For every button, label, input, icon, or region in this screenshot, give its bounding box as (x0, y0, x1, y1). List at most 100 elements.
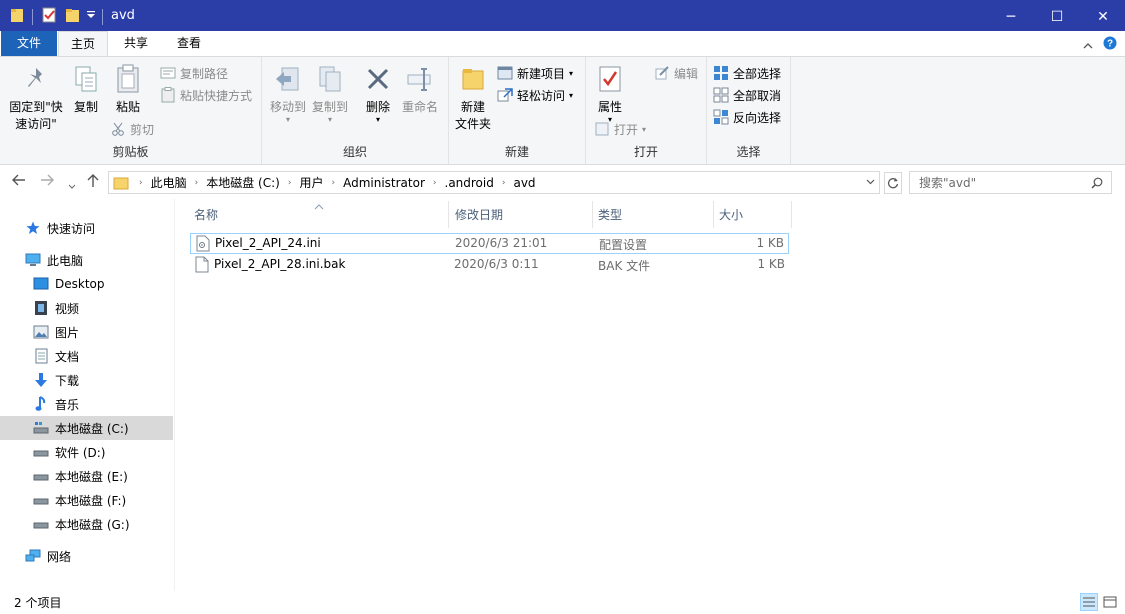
search-placeholder: 搜索"avd" (919, 176, 977, 190)
tab-home[interactable]: 主页 (58, 31, 108, 57)
delete-label: 删除 (365, 100, 390, 114)
nav-pictures[interactable]: 图片 (0, 320, 173, 344)
column-header-date[interactable]: 修改日期 (451, 201, 593, 228)
config-file-icon (196, 235, 210, 255)
open-label: 打开 (614, 122, 639, 137)
move-to-button[interactable]: 移动到 ▾ (266, 63, 310, 124)
nav-quick-access-label: 快速访问 (47, 221, 96, 236)
nav-downloads[interactable]: 下载 (0, 368, 173, 392)
easy-access-button[interactable]: 轻松访问 ▾ (497, 85, 573, 105)
back-arrow-icon[interactable] (12, 174, 26, 190)
nav-local-disk-g[interactable]: 本地磁盘 (G:) (0, 512, 173, 536)
nav-software-d[interactable]: 软件 (D:) (0, 440, 173, 464)
pin-quick-access-button[interactable]: 固定到"快 速访问" (6, 63, 66, 133)
new-item-button[interactable]: 新建项目 ▾ (497, 63, 573, 83)
pictures-icon (33, 324, 49, 340)
tab-file[interactable]: 文件 (1, 31, 57, 56)
move-to-icon (272, 63, 304, 95)
edit-button[interactable]: 编辑 (654, 63, 698, 83)
breadcrumb-c-drive[interactable]: 本地磁盘 (C:) (202, 174, 284, 191)
music-note-icon (33, 396, 49, 412)
select-none-button[interactable]: 全部取消 (713, 85, 781, 105)
breadcrumb-administrator[interactable]: Administrator (339, 176, 429, 190)
address-bar[interactable]: › 此电脑 › 本地磁盘 (C:) › 用户 › Administrator ›… (108, 171, 880, 194)
edit-icon (654, 65, 670, 81)
nav-this-pc[interactable]: 此电脑 (0, 248, 173, 272)
paste-button[interactable]: 粘贴 (108, 63, 148, 116)
nav-local-disk-c[interactable]: 本地磁盘 (C:) (0, 416, 173, 440)
nav-quick-access[interactable]: 快速访问 (0, 216, 173, 240)
recent-locations-chevron-icon[interactable] (68, 178, 76, 194)
copy-to-button[interactable]: 复制到 ▾ (308, 63, 352, 124)
svg-text:?: ? (1107, 39, 1113, 50)
column-type-label: 类型 (598, 208, 623, 222)
copy-path-button[interactable]: 复制路径 (160, 63, 228, 83)
tab-share[interactable]: 共享 (112, 31, 160, 56)
nav-desktop[interactable]: Desktop (0, 272, 173, 296)
paste-shortcut-button[interactable]: 粘贴快捷方式 (160, 85, 252, 105)
close-button[interactable]: ✕ (1080, 1, 1125, 32)
file-size: 1 KB (756, 236, 784, 250)
copy-label: 复制 (73, 100, 98, 114)
rename-button[interactable]: 重命名 (398, 63, 442, 116)
nav-videos[interactable]: 视频 (0, 296, 173, 320)
nav-local-disk-f[interactable]: 本地磁盘 (F:) (0, 488, 173, 512)
generic-file-icon (195, 256, 209, 276)
properties-quick-icon[interactable] (42, 7, 57, 23)
rename-label: 重命名 (401, 100, 438, 114)
search-input[interactable]: 搜索"avd" (909, 171, 1112, 194)
cut-label: 剪切 (130, 122, 155, 137)
customize-quick-access-icon[interactable] (86, 11, 96, 19)
new-item-label: 新建项目 (517, 66, 566, 81)
cut-button[interactable]: 剪切 (110, 119, 154, 139)
maximize-button[interactable]: ☐ (1034, 1, 1080, 32)
large-icons-view-icon[interactable] (1101, 593, 1119, 611)
new-folder-quick-icon[interactable] (65, 7, 80, 23)
desktop-icon (33, 276, 49, 292)
new-folder-button[interactable]: 新建 文件夹 (451, 63, 495, 133)
delete-button[interactable]: 删除 ▾ (360, 63, 396, 124)
nav-documents[interactable]: 文档 (0, 344, 173, 368)
help-icon[interactable]: ? (1103, 36, 1117, 53)
column-name-label: 名称 (194, 208, 219, 222)
address-dropdown-chevron-icon[interactable] (866, 179, 875, 185)
file-row[interactable]: Pixel_2_API_24.ini 2020/6/3 21:01 配置设置 1… (190, 233, 789, 254)
column-header-size[interactable]: 大小 (715, 201, 792, 228)
select-none-icon (713, 87, 729, 103)
column-header-name[interactable]: 名称 (190, 201, 449, 228)
collapse-ribbon-icon[interactable] (1083, 38, 1093, 52)
breadcrumb-users[interactable]: 用户 (295, 174, 327, 191)
select-all-button[interactable]: 全部选择 (713, 63, 781, 83)
nav-local-disk-e-label: 本地磁盘 (E:) (55, 469, 128, 484)
refresh-icon[interactable] (884, 172, 902, 194)
file-row[interactable]: Pixel_2_API_28.ini.bak 2020/6/3 0:11 BAK… (190, 255, 789, 276)
pin-label-1: 固定到"快 (9, 100, 63, 114)
edit-label: 编辑 (674, 66, 699, 81)
column-header-type[interactable]: 类型 (594, 201, 714, 228)
file-date: 2020/6/3 0:11 (454, 257, 539, 271)
breadcrumb-android[interactable]: .android (441, 176, 498, 190)
minimize-button[interactable]: ─ (988, 1, 1034, 32)
nav-music[interactable]: 音乐 (0, 392, 173, 416)
nav-network[interactable]: 网络 (0, 544, 173, 568)
open-button[interactable]: 打开 ▾ (594, 119, 646, 139)
copy-path-icon (160, 65, 176, 81)
nav-local-disk-e[interactable]: 本地磁盘 (E:) (0, 464, 173, 488)
paste-shortcut-icon (160, 87, 176, 103)
tab-view[interactable]: 查看 (164, 31, 214, 56)
invert-selection-button[interactable]: 反向选择 (713, 107, 781, 127)
file-size: 1 KB (757, 257, 785, 271)
forward-arrow-icon[interactable] (40, 174, 54, 190)
nav-pictures-label: 图片 (55, 325, 80, 340)
copy-icon (70, 63, 102, 95)
breadcrumb-avd[interactable]: avd (509, 176, 539, 190)
copy-button[interactable]: 复制 (68, 63, 104, 116)
nav-desktop-label: Desktop (55, 277, 105, 291)
breadcrumb-this-pc[interactable]: 此电脑 (147, 174, 191, 191)
properties-button[interactable]: 属性 ▾ (592, 63, 628, 124)
details-view-icon[interactable] (1080, 593, 1098, 611)
navigation-pane: 快速访问 此电脑 Desktop 视频 图片 文档 下载 音乐 本地磁盘 (C:… (0, 199, 175, 591)
status-bar: 2 个项目 (0, 591, 1125, 614)
up-arrow-icon[interactable] (87, 174, 99, 192)
paste-icon (112, 63, 144, 95)
